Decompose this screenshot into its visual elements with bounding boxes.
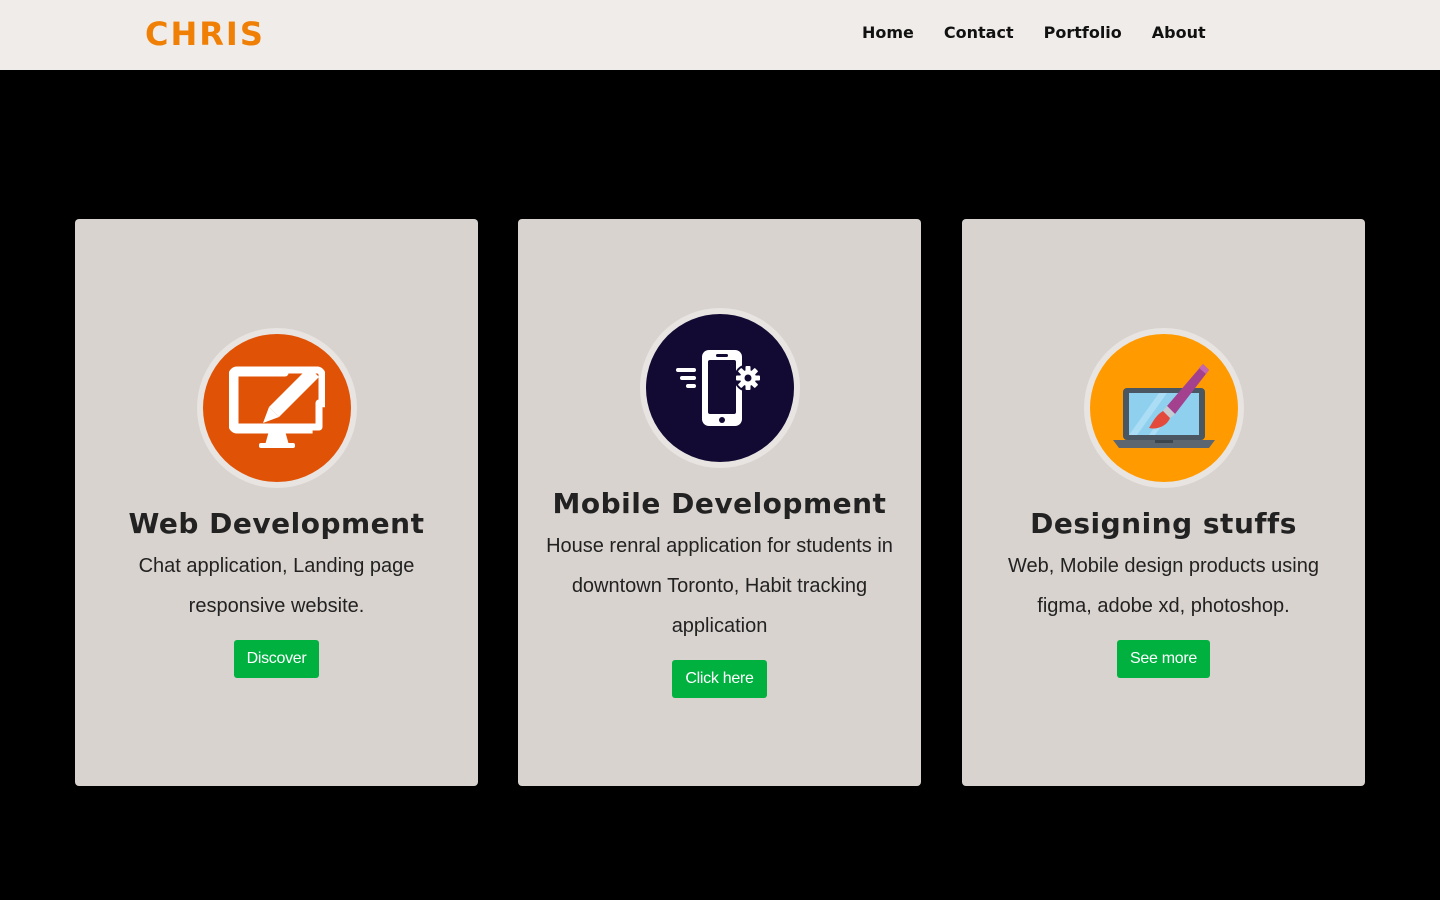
nav-link-about[interactable]: About xyxy=(1152,22,1206,44)
card-description: Chat application, Landing page responsiv… xyxy=(138,554,415,617)
nav-links: Home Contact Portfolio About xyxy=(862,22,1206,44)
nav-link-contact[interactable]: Contact xyxy=(944,22,1014,44)
card-mobile-development: Mobile Development House renral applicat… xyxy=(518,219,921,786)
discover-button[interactable]: Discover xyxy=(233,639,320,678)
see-more-button[interactable]: See more xyxy=(1117,639,1210,678)
laptop-paintbrush-icon xyxy=(1089,333,1238,482)
card-title: Web Development xyxy=(128,506,425,540)
brand-logo[interactable]: CHRIS xyxy=(145,14,265,54)
nav-link-portfolio[interactable]: Portfolio xyxy=(1044,22,1122,44)
card-title: Mobile Development xyxy=(552,486,887,520)
navbar: CHRIS Home Contact Portfolio About xyxy=(0,0,1440,70)
icon-ring xyxy=(639,307,800,468)
card-title: Designing stuffs xyxy=(1030,506,1297,540)
nav-link-home[interactable]: Home xyxy=(862,22,914,44)
card-description: Web, Mobile design products using figma,… xyxy=(1008,554,1319,617)
smartphone-gear-icon xyxy=(645,313,794,462)
icon-ring xyxy=(1083,327,1244,488)
card-description: House renral application for students in… xyxy=(546,534,893,637)
card-web-development: Web Development Chat application, Landin… xyxy=(75,219,478,786)
card-designing-stuffs: Designing stuffs Web, Mobile design prod… xyxy=(962,219,1365,786)
click-here-button[interactable]: Click here xyxy=(672,659,767,698)
icon-ring xyxy=(196,327,357,488)
monitor-pencil-icon xyxy=(202,333,351,482)
